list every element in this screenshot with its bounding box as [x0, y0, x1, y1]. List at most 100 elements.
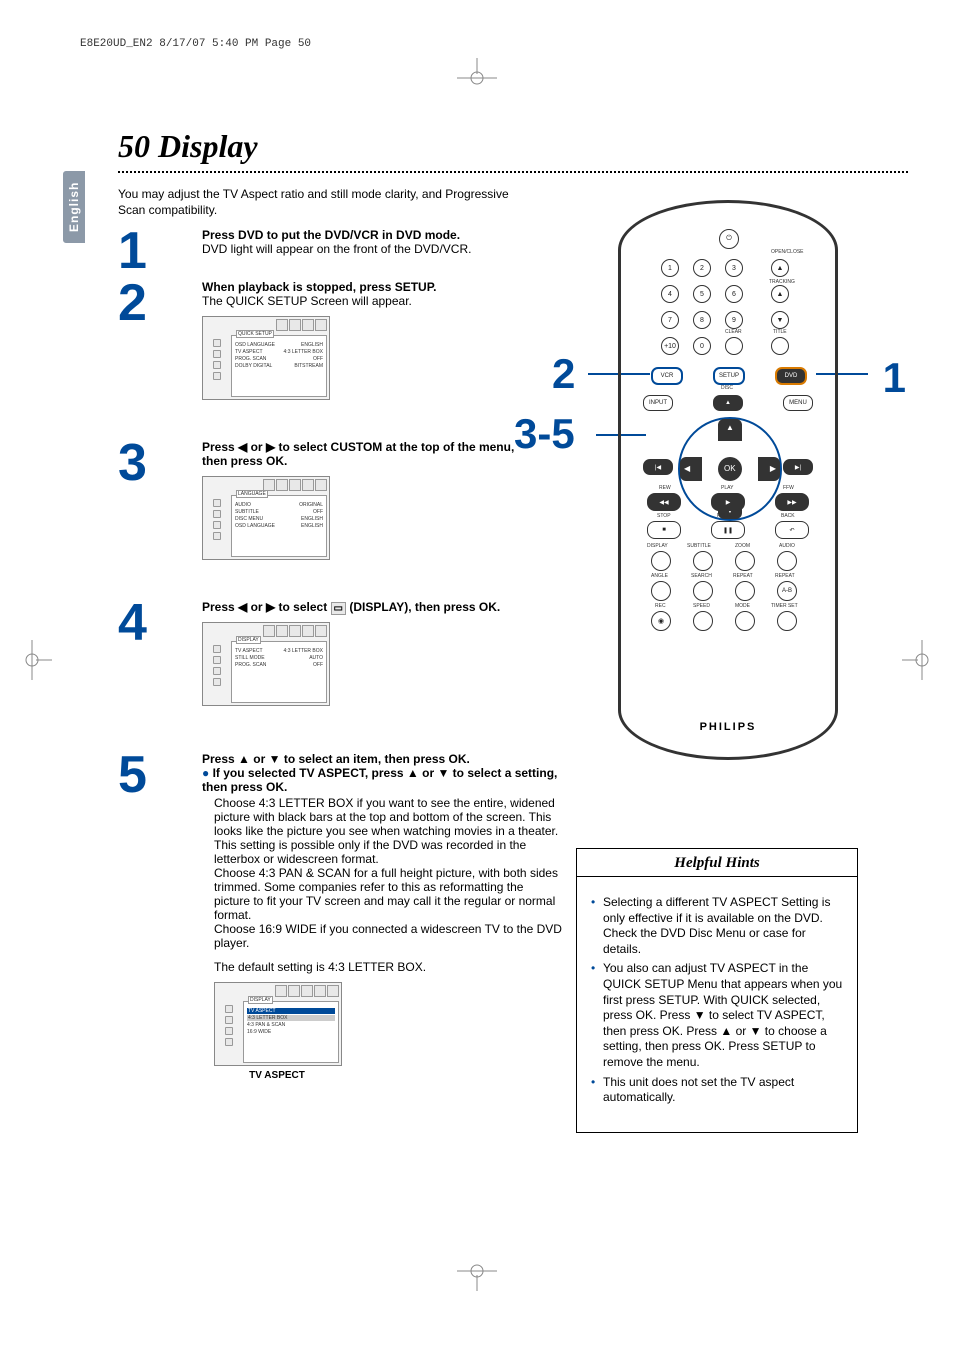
key-4: 4 — [661, 285, 679, 303]
intro-text: You may adjust the TV Aspect ratio and s… — [118, 186, 518, 218]
step-2-heading: When playback is stopped, press SETUP. — [202, 280, 437, 294]
dpad-right: ▶ — [758, 457, 780, 481]
osd-tab-label: DISPLAY — [248, 996, 273, 1004]
step-2-text: The QUICK SETUP Screen will appear. — [202, 294, 437, 308]
display-icon: ▭ — [331, 602, 346, 615]
step-2: 2 When playback is stopped, press SETUP.… — [118, 280, 437, 400]
step-5-number: 5 — [118, 752, 158, 1081]
osd-tab-label: LANGUAGE — [236, 490, 268, 498]
key-7: 7 — [661, 311, 679, 329]
eject-button: ▲ — [771, 259, 789, 277]
callout-3-5: 3-5 — [514, 410, 575, 458]
title-divider — [118, 171, 908, 173]
power-icon: ⏻ — [726, 235, 732, 243]
right-arrow-icon: ▶ — [770, 464, 776, 473]
zoom-button — [735, 551, 755, 571]
step-4-number: 4 — [118, 600, 158, 706]
hint-item: Selecting a different TV ASPECT Setting … — [591, 895, 847, 957]
disc-up-button: ▲ — [713, 395, 743, 411]
left-arrow-icon: ◀ — [238, 440, 247, 454]
osd-caption: TV ASPECT — [214, 1070, 340, 1081]
openclose-label: OPEN/CLOSE — [771, 249, 804, 255]
timerset-button — [777, 611, 797, 631]
vcr-button: VCR — [651, 367, 683, 385]
disc-label: DISC — [721, 385, 733, 391]
hint-item: You also can adjust TV ASPECT in the QUI… — [591, 961, 847, 1070]
up-arrow-icon: ▲ — [726, 423, 734, 432]
right-arrow-icon: ▶ — [266, 600, 275, 614]
step-1: 1 Press DVD to put the DVD/VCR in DVD mo… — [118, 228, 471, 275]
step-3-number: 3 — [118, 440, 158, 560]
display-label: DISPLAY — [647, 543, 668, 549]
step-5-p3: Choose 16:9 WIDE if you connected a wide… — [202, 922, 562, 950]
bullet-icon: ● — [202, 766, 213, 780]
rew-label: REW — [659, 485, 671, 491]
dpad-left: ◀ — [680, 457, 702, 481]
back-button: ↶ — [775, 521, 809, 539]
callout-1: 1 — [883, 354, 906, 402]
title-label: TITLE — [773, 329, 787, 335]
title-button — [771, 337, 789, 355]
step-1-heading: Press DVD to put the DVD/VCR in DVD mode… — [202, 228, 471, 242]
language-tab-label: English — [63, 171, 85, 243]
play-label: PLAY — [721, 485, 733, 491]
up-arrow-icon: ▲ — [407, 766, 419, 780]
crop-mark-left — [12, 640, 52, 680]
key-8: 8 — [693, 311, 711, 329]
key-1: 1 — [661, 259, 679, 277]
angle-button — [651, 581, 671, 601]
language-tab: English — [62, 170, 86, 244]
step-4-heading: Press ◀ or ▶ to select ▭ (DISPLAY), then… — [202, 600, 542, 614]
play-button: ▶ — [711, 493, 745, 511]
ffw-label: FFW — [783, 485, 794, 491]
back-label: BACK — [781, 513, 795, 519]
key-6: 6 — [725, 285, 743, 303]
down-arrow-icon: ▼ — [437, 766, 449, 780]
tracking-down: ▼ — [771, 311, 789, 329]
step-5-p2: Choose 4:3 PAN & SCAN for a full height … — [202, 866, 562, 922]
step-5-p1: Choose 4:3 LETTER BOX if you want to see… — [202, 796, 562, 866]
osd-tvaspect: DISPLAY TV ASPECT 4:3 LETTER BOX 4:3 PAN… — [214, 982, 342, 1066]
zoom-label: ZOOM — [735, 543, 750, 549]
ffw-button: ▶▶ — [775, 493, 809, 511]
key-2: 2 — [693, 259, 711, 277]
tracking-label: TRACKING — [769, 279, 795, 285]
mode-label: MODE — [735, 603, 750, 609]
audio-button — [777, 551, 797, 571]
power-button: ⏻ — [719, 229, 739, 249]
crop-mark-bottom — [457, 1251, 497, 1291]
clear-button — [725, 337, 743, 355]
stop-label: STOP — [657, 513, 671, 519]
down-arrow-icon: ▼ — [269, 752, 281, 766]
tracking-up: ▲ — [771, 285, 789, 303]
mode-button — [735, 611, 755, 631]
speed-button — [693, 611, 713, 631]
ok-button: OK — [718, 457, 742, 481]
helpful-hints-box: Helpful Hints Selecting a different TV A… — [576, 848, 858, 1133]
speed-label: SPEED — [693, 603, 710, 609]
repeat-label: REPEAT — [733, 573, 753, 579]
timerset-label: TIMER SET — [771, 603, 798, 609]
rew-button: ◀◀ — [647, 493, 681, 511]
osd-display: DISPLAY TV ASPECT4:3 LETTER BOX STILL MO… — [202, 622, 330, 706]
rec-label: REC — [655, 603, 666, 609]
remote-illustration: 2 3-5 1 ⏻ OPEN/CLOSE 1 2 3 ▲ 4 5 6 ▲ TRA… — [558, 200, 898, 760]
rec-button: ◉ — [651, 611, 671, 631]
setup-button: SETUP — [713, 367, 745, 385]
pause-button: ❚❚ — [711, 521, 745, 539]
prev-button: |◀ — [643, 459, 673, 475]
pause-label: PAUSE — [717, 513, 734, 519]
osd-quick-setup: QUICK SETUP OSD LANGUAGEENGLISH TV ASPEC… — [202, 316, 330, 400]
crop-mark-right — [902, 640, 942, 680]
search-button — [693, 581, 713, 601]
dpad-up: ▲ — [718, 419, 742, 441]
key-5: 5 — [693, 285, 711, 303]
subtitle-button — [693, 551, 713, 571]
osd-language: LANGUAGE AUDIOORIGINAL SUBTITLEOFF DISC … — [202, 476, 330, 560]
osd-tab-label: QUICK SETUP — [236, 330, 274, 338]
repeat-ab-button: A-B — [777, 581, 797, 601]
search-label: SEARCH — [691, 573, 712, 579]
key-9: 9 — [725, 311, 743, 329]
step-4: 4 Press ◀ or ▶ to select ▭ (DISPLAY), th… — [118, 600, 542, 706]
step-1-text: DVD light will appear on the front of th… — [202, 242, 471, 256]
